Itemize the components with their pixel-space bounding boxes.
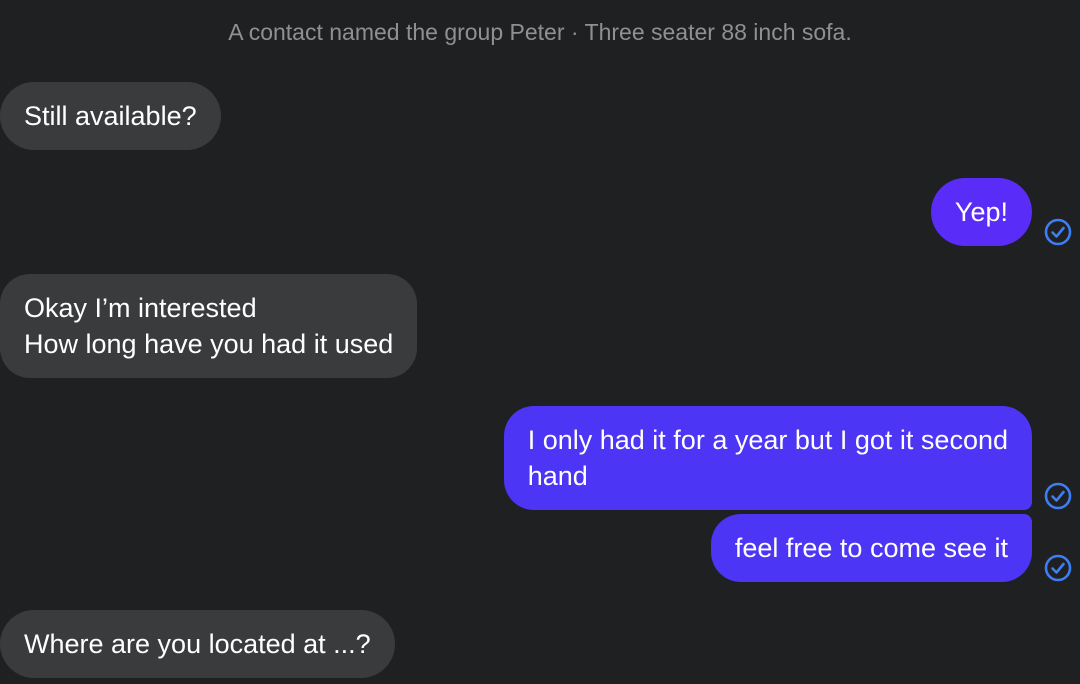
sent-check-icon [1044, 218, 1072, 246]
system-notice: A contact named the group Peter · Three … [228, 19, 852, 45]
incoming-message[interactable]: Where are you located at ...? [0, 610, 395, 678]
chat-thread[interactable]: A contact named the group Peter · Three … [0, 0, 1080, 684]
outgoing-message[interactable]: feel free to come see it [710, 514, 1032, 582]
sent-check-icon [1044, 554, 1072, 582]
incoming-message[interactable]: Okay I’m interested How long have you ha… [0, 274, 418, 378]
incoming-message[interactable]: Still available? [0, 82, 221, 150]
outgoing-message[interactable]: Yep! [930, 178, 1032, 246]
outgoing-message[interactable]: I only had it for a year but I got it se… [503, 406, 1032, 510]
sent-check-icon [1044, 482, 1072, 510]
